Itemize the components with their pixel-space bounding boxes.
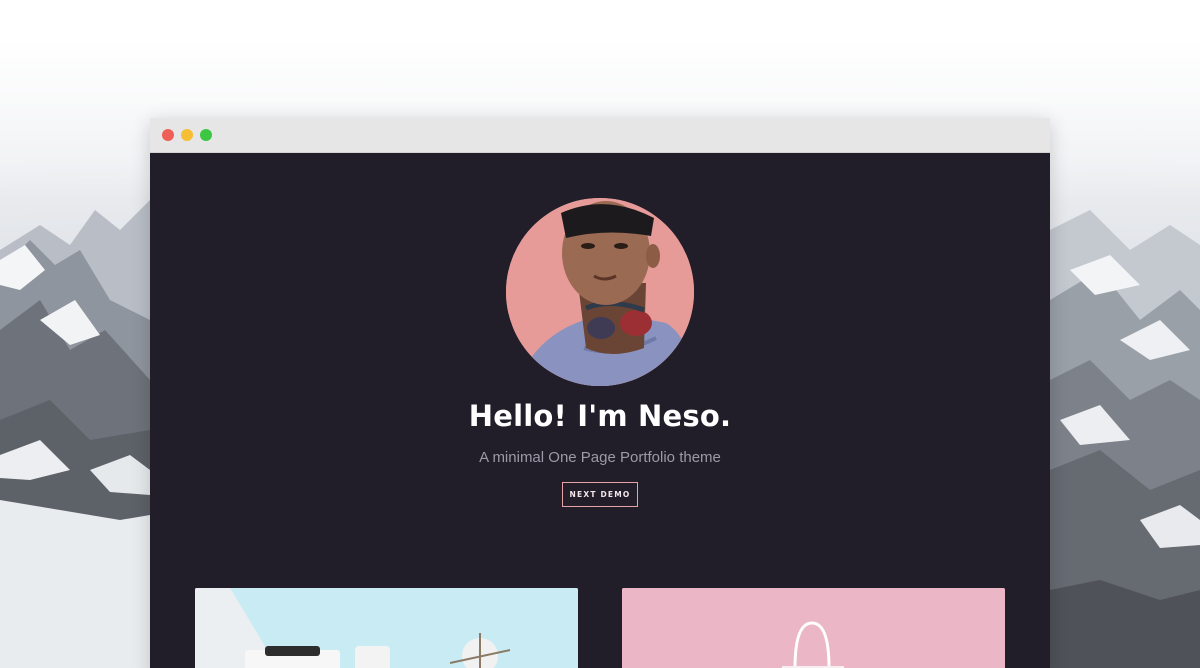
browser-window: Hello! I'm Neso. A minimal One Page Port… <box>150 118 1050 668</box>
next-demo-button[interactable]: NEXT DEMO <box>562 482 638 507</box>
portrait-illustration <box>506 198 694 386</box>
hero-title: Hello! I'm Neso. <box>468 399 732 433</box>
page-viewport: Hello! I'm Neso. A minimal One Page Port… <box>150 153 1050 668</box>
minimize-window-button[interactable] <box>181 129 193 141</box>
shopping-bag-image <box>622 588 1005 668</box>
maximize-window-button[interactable] <box>200 129 212 141</box>
profile-avatar <box>506 198 694 386</box>
browser-titlebar <box>150 118 1050 153</box>
close-window-button[interactable] <box>162 129 174 141</box>
portfolio-item-workspace[interactable] <box>195 588 578 668</box>
portfolio-item-bag[interactable] <box>622 588 1005 668</box>
workspace-image <box>195 588 578 668</box>
hero-subtitle: A minimal One Page Portfolio theme <box>479 449 721 466</box>
